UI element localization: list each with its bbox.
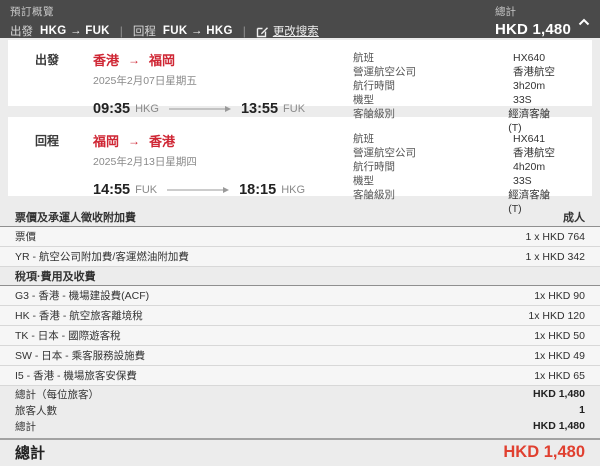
arrival-airport-code: FUK <box>283 103 306 115</box>
departure-airport-code: HKG <box>135 103 159 115</box>
flight-number-label: 航班 <box>353 133 374 145</box>
divider: | <box>242 24 246 38</box>
subtotal-label: 總計 <box>15 420 36 433</box>
origin-city: 福岡 <box>93 134 120 149</box>
departure-city-route: 香港 → 福岡 <box>93 50 353 69</box>
aircraft-type-label: 機型 <box>353 175 374 187</box>
subtotal-value: HKD 1,480 <box>533 420 585 432</box>
header-total-label: 總計 <box>494 6 516 18</box>
fare-row-base-fare: 票價 1 x HKD 764 <box>0 227 600 247</box>
departure-time: 09:35 <box>93 101 131 117</box>
operating-carrier-value: 香港航空 <box>513 147 555 159</box>
tax-section-header: 稅項·費用及收費 <box>0 267 600 286</box>
tax-row-label: SW - 日本 - 乘客服務設施費 <box>15 350 146 362</box>
operating-carrier-label: 營運航空公司 <box>353 147 416 159</box>
subtotal-row: 總計 HKD 1,480 <box>0 418 600 434</box>
booking-summary-header: 預訂概覽 出發 HKG → FUK | 回程 FUK → HKG | 更改搜索 … <box>0 0 600 38</box>
departure-label: 出發 <box>35 53 60 67</box>
tax-row-sw: SW - 日本 - 乘客服務設施費 1x HKD 49 <box>0 346 600 366</box>
return-flight-details: 航班 HX641 營運航空公司 香港航空 航行時間 4h20m 機型 33S 客艙級別 經… <box>353 131 592 215</box>
total-per-passenger-label: 總計（每位旅客） <box>15 388 99 401</box>
arrival-time: 18:15 <box>239 182 277 198</box>
tax-row-tk: TK - 日本 - 國際遊客稅 1x HKD 50 <box>0 326 600 346</box>
return-city-route: 福岡 → 香港 <box>93 131 353 150</box>
route-arrow-icon: → <box>128 52 141 67</box>
tax-row-value: 1x HKD 50 <box>534 329 585 342</box>
tax-row-label: G3 - 香港 - 機場建設費(ACF) <box>15 290 150 302</box>
tax-row-value: 1x HKD 90 <box>534 289 585 302</box>
route-arrow-icon: → <box>128 133 141 148</box>
cabin-class-value: 經濟客艙(T) <box>508 189 551 215</box>
fare-row-label: 票價 <box>15 231 36 243</box>
change-search-label: 更改搜索 <box>272 26 319 38</box>
fare-row-value: 1 x HKD 342 <box>525 250 585 263</box>
grand-total-value: HKD 1,480 <box>503 443 585 461</box>
header-total-value: HKD 1,480 <box>494 21 571 38</box>
tax-row-value: 1x HKD 120 <box>528 309 585 322</box>
flight-number-value: HX641 <box>513 133 546 145</box>
departure-airport-code: FUK <box>135 184 158 196</box>
passenger-count-row: 旅客人數 1 <box>0 402 600 418</box>
tax-row-label: TK - 日本 - 國際遊客稅 <box>15 330 121 342</box>
flight-number-value: HX640 <box>513 52 546 64</box>
operating-carrier-label: 營運航空公司 <box>353 66 416 78</box>
aircraft-type-value: 33S <box>513 94 532 106</box>
chevron-up-icon[interactable] <box>578 18 590 26</box>
destination-city: 福岡 <box>149 53 176 68</box>
departure-flight-card: 出發 香港 → 福岡 2025年2月07日星期五 09:35 HKG 13:55… <box>8 40 592 134</box>
flight-path-arrow-icon <box>167 186 230 194</box>
tax-row-hk: HK - 香港 - 航空旅客離境稅 1x HKD 120 <box>0 306 600 326</box>
return-segment-label: 回程 <box>132 26 156 38</box>
return-label: 回程 <box>35 134 60 148</box>
flight-number-label: 航班 <box>353 52 374 64</box>
return-route-codes: FUK → HKG <box>162 25 233 37</box>
flight-duration-label: 航行時間 <box>353 80 395 92</box>
change-search-link[interactable]: 更改搜索 <box>256 23 319 39</box>
page-title: 預訂概覽 <box>10 6 54 18</box>
fare-breakdown: 票價及承運人徵收附加費 成人 票價 1 x HKD 764 YR - 航空公司附… <box>0 208 600 465</box>
operating-carrier-value: 香港航空 <box>513 66 555 78</box>
route-summary: 出發 HKG → FUK | 回程 FUK → HKG | 更改搜索 <box>10 23 319 39</box>
fare-section-title: 票價及承運人徵收附加費 <box>15 212 136 224</box>
passenger-count-value: 1 <box>579 404 585 416</box>
depart-route-codes: HKG → FUK <box>40 25 110 37</box>
departure-flight-details: 航班 HX640 營運航空公司 香港航空 航行時間 3h20m 機型 33S 客艙級別經… <box>353 50 592 134</box>
origin-city: 香港 <box>93 53 120 68</box>
passenger-type-label: 成人 <box>563 212 585 224</box>
return-date: 2025年2月13日星期四 <box>93 156 197 168</box>
tax-row-value: 1x HKD 49 <box>534 349 585 362</box>
passenger-count-label: 旅客人數 <box>15 404 57 417</box>
flight-duration-label: 航行時間 <box>353 161 395 173</box>
arrival-time: 13:55 <box>240 101 279 117</box>
departure-date: 2025年2月07日星期五 <box>93 75 197 87</box>
tax-row-g3: G3 - 香港 - 機場建設費(ACF) 1x HKD 90 <box>0 286 600 306</box>
departure-times: 09:35 HKG 13:55 FUK <box>93 101 353 117</box>
total-per-passenger-row: 總計（每位旅客） HKD 1,480 <box>0 386 600 402</box>
tax-row-label: I5 - 香港 - 機場旅客安保費 <box>15 370 137 382</box>
fare-row-value: 1 x HKD 764 <box>525 230 585 243</box>
tax-row-label: HK - 香港 - 航空旅客離境稅 <box>15 310 143 322</box>
flight-duration-value: 4h20m <box>513 161 546 173</box>
aircraft-type-label: 機型 <box>353 94 374 106</box>
fare-row-label: YR - 航空公司附加費/客運燃油附加費 <box>15 251 189 263</box>
departure-time: 14:55 <box>93 182 131 198</box>
grand-total-label: 總計 <box>15 445 46 462</box>
fare-row-yr-surcharge: YR - 航空公司附加費/客運燃油附加費 1 x HKD 342 <box>0 247 600 267</box>
flight-path-arrow-icon <box>168 105 231 113</box>
edit-icon <box>256 26 268 37</box>
depart-segment-label: 出發 <box>10 26 33 38</box>
tax-row-i5: I5 - 香港 - 機場旅客安保費 1x HKD 65 <box>0 366 600 386</box>
tax-section-title: 稅項·費用及收費 <box>15 271 96 283</box>
return-times: 14:55 FUK 18:15 HKG <box>93 182 353 198</box>
tax-row-value: 1x HKD 65 <box>534 369 585 382</box>
aircraft-type-value: 33S <box>513 175 532 187</box>
total-per-passenger-value: HKD 1,480 <box>533 388 585 400</box>
divider: | <box>119 24 123 38</box>
grand-total-bar: 總計 HKD 1,480 <box>0 438 600 465</box>
arrival-airport-code: HKG <box>281 184 306 196</box>
flight-duration-value: 3h20m <box>513 80 546 92</box>
cabin-class-label: 客艙級別 <box>353 189 395 201</box>
destination-city: 香港 <box>149 134 176 149</box>
